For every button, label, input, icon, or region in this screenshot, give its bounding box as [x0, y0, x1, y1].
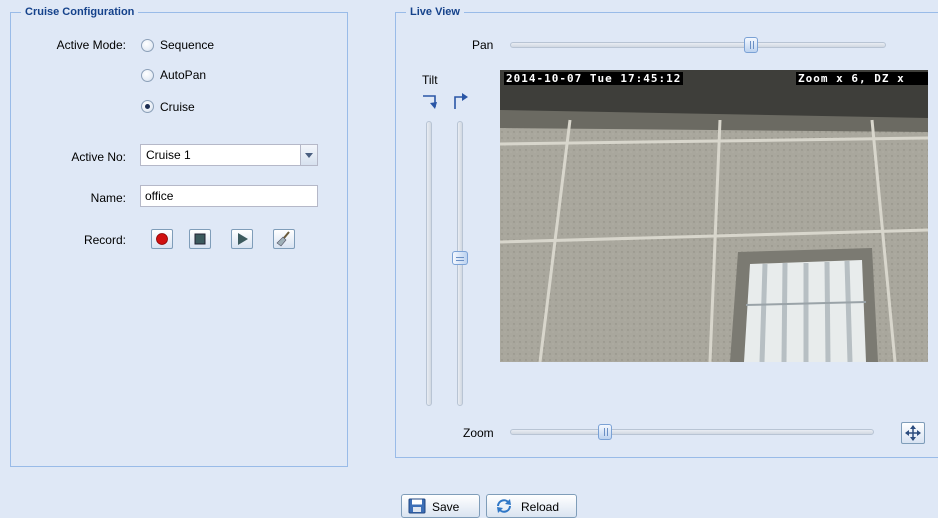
camera-image [500, 70, 928, 362]
reload-button[interactable]: Reload [486, 494, 577, 518]
play-icon [238, 233, 248, 245]
chevron-down-icon[interactable] [300, 145, 317, 165]
live-view-legend: Live View [406, 5, 464, 19]
name-label: Name: [90, 191, 126, 205]
cruise-configuration-legend: Cruise Configuration [21, 5, 139, 19]
active-no-label: Active No: [71, 150, 126, 164]
osd-zoom: Zoom x 6, DZ x [796, 72, 928, 85]
tilt-left-track[interactable] [426, 121, 432, 406]
active-no-value: Cruise 1 [146, 148, 191, 162]
stop-button[interactable] [189, 229, 211, 249]
tilt-label: Tilt [422, 73, 438, 87]
tilt-up-icon[interactable] [452, 93, 470, 111]
mode-autopan-radio[interactable] [141, 69, 154, 82]
refresh-icon [497, 499, 511, 513]
mode-sequence-radio[interactable] [141, 39, 154, 52]
pan-slider-track[interactable] [510, 42, 886, 48]
active-no-select[interactable]: Cruise 1 [140, 144, 318, 166]
active-mode-label: Active Mode: [56, 38, 126, 52]
record-icon [156, 233, 168, 245]
pan-slider-thumb[interactable] [744, 37, 758, 53]
name-field[interactable]: office [140, 185, 318, 207]
zoom-action-button[interactable] [901, 422, 925, 444]
zoom-slider-track[interactable] [510, 429, 874, 435]
mode-autopan-label[interactable]: AutoPan [160, 68, 206, 82]
save-label: Save [432, 500, 460, 514]
zoom-fit-icon [905, 425, 921, 441]
save-button[interactable]: Save [401, 494, 480, 518]
clear-button[interactable] [273, 229, 295, 249]
reload-label: Reload [521, 500, 560, 514]
mode-cruise-radio[interactable] [141, 100, 154, 113]
zoom-slider-thumb[interactable] [598, 424, 612, 440]
zoom-label: Zoom [463, 426, 494, 440]
pan-label: Pan [472, 38, 494, 52]
record-button[interactable] [151, 229, 173, 249]
stop-icon [194, 233, 206, 245]
tilt-down-icon[interactable] [421, 93, 439, 111]
broom-icon [276, 231, 290, 247]
mode-cruise-label[interactable]: Cruise [160, 100, 195, 114]
record-label: Record: [83, 233, 126, 247]
live-video-feed[interactable]: 2014-10-07 Tue 17:45:12 Zoom x 6, DZ x [500, 70, 928, 362]
tilt-slider-thumb[interactable] [452, 251, 468, 265]
play-button[interactable] [231, 229, 253, 249]
osd-datetime: 2014-10-07 Tue 17:45:12 [504, 72, 684, 85]
floppy-disk-icon [408, 498, 426, 514]
mode-sequence-label[interactable]: Sequence [160, 38, 214, 52]
